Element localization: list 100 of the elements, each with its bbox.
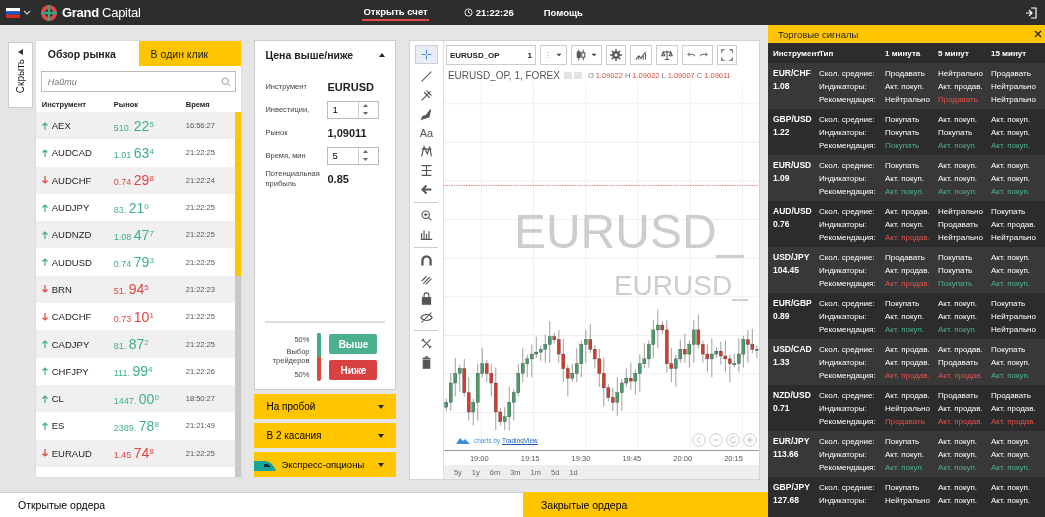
help-link[interactable]: Помощь: [543, 7, 583, 18]
signal-value: Акт. продав.: [938, 344, 984, 356]
signal-type: Рекомендация:: [819, 94, 877, 106]
signal-value: Акт. покуп.: [938, 298, 979, 310]
scrollbar[interactable]: [235, 112, 242, 477]
signal-value: Акт. покуп.: [991, 357, 1032, 369]
instrument-price: 0.71: [773, 401, 791, 415]
instrument-name: AUDCAD: [51, 147, 92, 159]
number-field[interactable]: 1: [327, 100, 380, 119]
clock-time: 21:22:26: [475, 7, 514, 18]
signal-value: Акт. покуп.: [991, 127, 1032, 139]
text-tool[interactable]: Aa: [419, 127, 434, 139]
signal-value: Акт. покуп.: [991, 436, 1032, 448]
market-price: 1.08 47$^{7}$: [113, 226, 155, 243]
ruler-icon[interactable]: [419, 228, 433, 241]
pattern-icon[interactable]: [419, 145, 433, 158]
signal-value: Акт. покуп.: [885, 219, 926, 231]
line-icon[interactable]: [419, 70, 433, 83]
signal-value: Продавать: [938, 357, 979, 369]
signal-value: Акт. покуп.: [938, 449, 979, 461]
crosshair-tool[interactable]: [414, 45, 438, 64]
instrument-price: 1.09: [773, 171, 791, 185]
instrument-name: EUR/CHF: [773, 67, 812, 80]
close-icon: [1034, 30, 1042, 38]
signal-value: Продавать: [885, 416, 926, 428]
signal-type: Скол. средние:: [819, 298, 876, 310]
clock-icon: [463, 8, 473, 17]
arrow-up-icon: [41, 394, 48, 403]
signal-value: Нейтрально: [991, 311, 1037, 323]
accordion-header[interactable]: В 2 касания: [254, 423, 396, 448]
signal-value: Акт. покуп.: [991, 495, 1032, 507]
spin-up-icon[interactable]: [362, 104, 368, 107]
signal-value: Акт. продав.: [885, 370, 931, 382]
spin-up-icon[interactable]: [362, 150, 368, 153]
fullscreen-button[interactable]: [716, 45, 737, 65]
lock-icon[interactable]: [419, 292, 433, 305]
arrow-up-icon: [41, 367, 48, 376]
signal-value: Покупать: [885, 127, 921, 139]
arrow-left-icon[interactable]: [419, 183, 433, 196]
orders-tab[interactable]: Закрытые ордера: [523, 492, 768, 517]
market-tab[interactable]: В один клик: [138, 41, 242, 66]
russian-flag-icon[interactable]: [6, 7, 20, 18]
signal-value: Акт. продав.: [991, 219, 1037, 231]
spin-down-icon[interactable]: [362, 112, 368, 115]
symbol-field[interactable]: EURUSD_OP 1: [445, 45, 536, 65]
accordion-header[interactable]: Экспресс-опционы: [254, 452, 396, 477]
trash-icon[interactable]: [419, 356, 433, 369]
lower-button[interactable]: Ниже: [329, 360, 378, 380]
order-card-header[interactable]: Цена выше/ниже: [265, 49, 385, 61]
number-field[interactable]: 5: [327, 146, 380, 165]
signal-value: Покупать: [938, 278, 974, 290]
instrument-name: USD/JPY: [773, 251, 811, 264]
measure-icon[interactable]: [419, 164, 433, 177]
signal-value: Акт. продав.: [885, 265, 931, 277]
signal-value: Акт. покуп.: [938, 436, 979, 448]
triangle-down-icon: [377, 404, 384, 409]
field-value: EURUSD: [327, 80, 375, 93]
signal-type: Скол. средние:: [819, 160, 876, 172]
signal-type: Скол. средние:: [819, 436, 876, 448]
signal-value: Нейтрально: [991, 324, 1037, 336]
instrument-name: USD/CAD: [773, 343, 813, 356]
pitchfork-icon[interactable]: [419, 89, 433, 102]
signal-value: Акт. покуп.: [938, 173, 979, 185]
arrow-up-icon: [41, 230, 48, 239]
spin-down-icon[interactable]: [362, 158, 368, 161]
instrument-price: 1.22: [773, 125, 791, 139]
search-field[interactable]: Найти: [40, 71, 237, 92]
instrument-name: AUD/USD: [773, 205, 813, 218]
orders-tab[interactable]: Открытые ордера: [0, 492, 523, 517]
column-header: 5 минут: [938, 48, 970, 58]
layers-icon[interactable]: [419, 273, 433, 286]
arrow-up-icon: [41, 421, 48, 430]
zoom-icon[interactable]: [419, 209, 433, 222]
hide-panel-tab[interactable]: Скрыть: [8, 42, 33, 108]
settings-button[interactable]: [605, 45, 626, 65]
signal-value: Акт. продав.: [885, 206, 931, 218]
open-account-link[interactable]: Открыть счет: [362, 4, 429, 21]
signal-type: Скол. средние:: [819, 344, 876, 356]
remove-drawings-icon[interactable]: [419, 337, 433, 350]
arrow-up-icon: [41, 258, 48, 267]
caret-icon[interactable]: [23, 9, 31, 16]
column-header: Инструмент: [773, 48, 819, 58]
chart-type-menu[interactable]: [570, 45, 602, 65]
accordion-header[interactable]: На пробой: [254, 394, 396, 419]
compare-button[interactable]: [655, 45, 678, 65]
signal-value: Акт. покуп.: [991, 449, 1032, 461]
logout-icon[interactable]: [1025, 6, 1037, 19]
magnet-icon[interactable]: [419, 254, 433, 267]
eye-off-icon[interactable]: [419, 311, 433, 324]
arrow-down-icon: [41, 449, 48, 458]
signal-type: Индикаторы:: [819, 173, 868, 185]
search-input[interactable]: Найти: [45, 72, 222, 91]
close-button[interactable]: [1034, 30, 1042, 38]
brush-icon[interactable]: [419, 108, 433, 121]
triangle-down-icon: [377, 462, 384, 467]
signal-value: Акт. покуп.: [885, 311, 926, 323]
indicators-button[interactable]: [629, 45, 652, 65]
signal-value: Продавать: [991, 68, 1032, 80]
instrument-name: AUDCHF: [51, 174, 92, 186]
market-price: 81. 87$^{2}$: [113, 336, 150, 352]
